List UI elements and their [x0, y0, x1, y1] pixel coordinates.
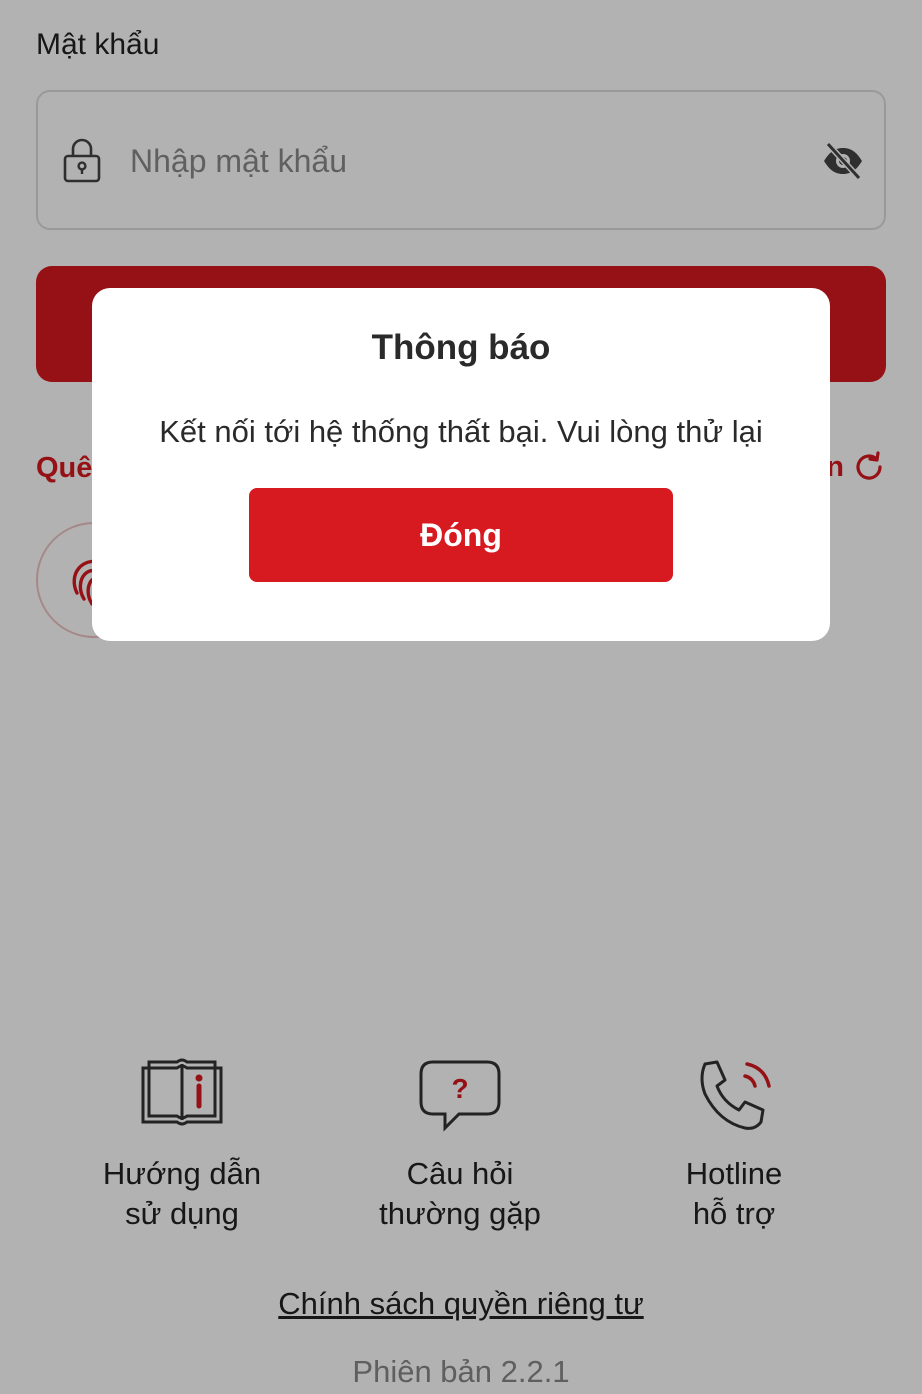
dialog-message: Kết nối tới hệ thống thất bại. Vui lòng …: [159, 414, 763, 449]
modal-overlay[interactable]: [0, 0, 922, 1394]
dialog-close-button[interactable]: Đóng: [249, 488, 673, 582]
dialog-title: Thông báo: [371, 328, 551, 367]
notification-dialog: Thông báo Kết nối tới hệ thống thất bại.…: [92, 288, 830, 641]
